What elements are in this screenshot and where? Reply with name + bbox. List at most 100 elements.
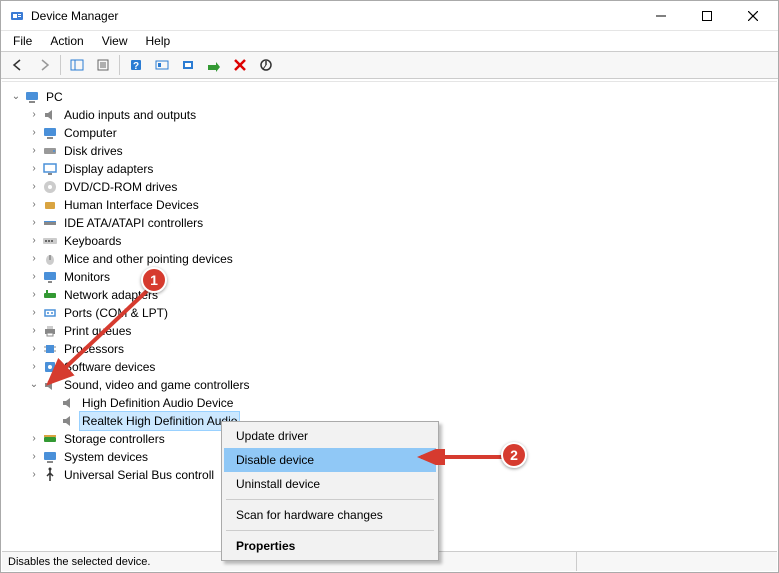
printer-icon bbox=[42, 323, 58, 339]
tree-category[interactable]: ›Ports (COM & LPT) bbox=[8, 304, 771, 322]
menu-help[interactable]: Help bbox=[138, 33, 179, 49]
disable-button[interactable] bbox=[254, 54, 278, 76]
system-icon bbox=[42, 449, 58, 465]
expand-icon[interactable]: › bbox=[26, 106, 42, 124]
expand-icon[interactable]: › bbox=[26, 340, 42, 358]
tree-category[interactable]: ›Disk drives bbox=[8, 142, 771, 160]
context-scan-hardware[interactable]: Scan for hardware changes bbox=[224, 503, 436, 527]
speaker-icon bbox=[60, 413, 76, 429]
scan-hardware-button[interactable] bbox=[150, 54, 174, 76]
expand-icon[interactable]: › bbox=[26, 286, 42, 304]
status-separator bbox=[576, 552, 577, 571]
tree-item-label: Display adapters bbox=[62, 160, 155, 178]
tree-category[interactable]: ›Software devices bbox=[8, 358, 771, 376]
usb-icon bbox=[42, 467, 58, 483]
expand-icon[interactable]: › bbox=[26, 196, 42, 214]
context-update-driver[interactable]: Update driver bbox=[224, 424, 436, 448]
collapse-icon[interactable]: ⌄ bbox=[26, 376, 42, 394]
expand-icon[interactable]: › bbox=[26, 178, 42, 196]
annotation-badge-2-label: 2 bbox=[510, 447, 518, 463]
tree-category[interactable]: ›Network adapters bbox=[8, 286, 771, 304]
dvd-icon bbox=[42, 179, 58, 195]
annotation-badge-1: 1 bbox=[141, 267, 167, 293]
tree-category[interactable]: › Audio inputs and outputs bbox=[8, 106, 771, 124]
context-uninstall-device[interactable]: Uninstall device bbox=[224, 472, 436, 496]
tree-root[interactable]: ⌄ PC bbox=[8, 88, 771, 106]
expand-icon[interactable]: › bbox=[26, 214, 42, 232]
uninstall-button[interactable] bbox=[228, 54, 252, 76]
context-separator bbox=[226, 530, 434, 531]
keyboard-icon bbox=[42, 233, 58, 249]
collapse-icon[interactable]: ⌄ bbox=[8, 88, 24, 106]
annotation-badge-1-label: 1 bbox=[150, 272, 158, 288]
context-disable-device[interactable]: Disable device bbox=[224, 448, 436, 472]
expand-icon[interactable]: › bbox=[26, 430, 42, 448]
window-title: Device Manager bbox=[31, 9, 638, 23]
tree-category[interactable]: › Keyboards bbox=[8, 232, 771, 250]
toolbar: ? bbox=[1, 51, 778, 79]
tree-item-label: Processors bbox=[62, 340, 126, 358]
tree-category[interactable]: › Display adapters bbox=[8, 160, 771, 178]
menu-file[interactable]: File bbox=[5, 33, 40, 49]
toolbar-separator bbox=[119, 55, 120, 75]
properties-button[interactable] bbox=[91, 54, 115, 76]
help-button[interactable]: ? bbox=[124, 54, 148, 76]
tree-category[interactable]: › Processors bbox=[8, 340, 771, 358]
menu-view[interactable]: View bbox=[94, 33, 136, 49]
expand-icon[interactable]: › bbox=[26, 358, 42, 376]
expand-icon[interactable]: › bbox=[26, 142, 42, 160]
expand-icon[interactable]: › bbox=[26, 160, 42, 178]
speaker-icon bbox=[60, 395, 76, 411]
tree-item-label: Audio inputs and outputs bbox=[62, 106, 198, 124]
minimize-button[interactable] bbox=[638, 1, 684, 30]
tree-category[interactable]: › Computer bbox=[8, 124, 771, 142]
expand-icon[interactable]: › bbox=[26, 124, 42, 142]
tree-category-sound[interactable]: ⌄Sound, video and game controllers bbox=[8, 376, 771, 394]
tree-category[interactable]: › Print queues bbox=[8, 322, 771, 340]
expand-icon[interactable]: › bbox=[26, 466, 42, 484]
speaker-icon bbox=[42, 107, 58, 123]
speaker-icon bbox=[42, 377, 58, 393]
ide-icon bbox=[42, 215, 58, 231]
computer-icon bbox=[24, 89, 40, 105]
tree-item-label: Human Interface Devices bbox=[62, 196, 201, 214]
expand-icon[interactable]: › bbox=[26, 232, 42, 250]
maximize-button[interactable] bbox=[684, 1, 730, 30]
port-icon bbox=[42, 305, 58, 321]
title-bar: Device Manager bbox=[1, 1, 778, 31]
tree-category[interactable]: ›IDE ATA/ATAPI controllers bbox=[8, 214, 771, 232]
enable-button[interactable] bbox=[202, 54, 226, 76]
hid-icon bbox=[42, 197, 58, 213]
forward-button[interactable] bbox=[32, 54, 56, 76]
context-properties[interactable]: Properties bbox=[224, 534, 436, 558]
expand-icon[interactable]: › bbox=[26, 304, 42, 322]
tree-item-label: Universal Serial Bus controll bbox=[62, 466, 216, 484]
computer-icon bbox=[42, 125, 58, 141]
tree-category[interactable]: › Human Interface Devices bbox=[8, 196, 771, 214]
context-separator bbox=[226, 499, 434, 500]
storage-icon bbox=[42, 431, 58, 447]
disk-icon bbox=[42, 143, 58, 159]
menu-action[interactable]: Action bbox=[42, 33, 91, 49]
tree-item-label: Keyboards bbox=[62, 232, 123, 250]
tree-category[interactable]: ›Mice and other pointing devices bbox=[8, 250, 771, 268]
close-button[interactable] bbox=[730, 1, 776, 30]
context-menu: Update driver Disable device Uninstall d… bbox=[221, 421, 439, 561]
tree-category[interactable]: ›Monitors bbox=[8, 268, 771, 286]
tree-category[interactable]: ›DVD/CD-ROM drives bbox=[8, 178, 771, 196]
expand-icon[interactable]: › bbox=[26, 268, 42, 286]
tree-item-label: Print queues bbox=[62, 322, 133, 340]
expand-icon[interactable]: › bbox=[26, 250, 42, 268]
tree-root-label: PC bbox=[44, 88, 65, 106]
back-button[interactable] bbox=[6, 54, 30, 76]
tree-item-label: Computer bbox=[62, 124, 119, 142]
expand-icon[interactable]: › bbox=[26, 448, 42, 466]
expand-icon[interactable]: › bbox=[26, 322, 42, 340]
annotation-badge-2: 2 bbox=[501, 442, 527, 468]
show-hide-tree-button[interactable] bbox=[65, 54, 89, 76]
svg-text:?: ? bbox=[133, 61, 139, 72]
processor-icon bbox=[42, 341, 58, 357]
window-controls bbox=[638, 1, 776, 30]
tree-device-hd-audio[interactable]: High Definition Audio Device bbox=[8, 394, 771, 412]
update-driver-button[interactable] bbox=[176, 54, 200, 76]
